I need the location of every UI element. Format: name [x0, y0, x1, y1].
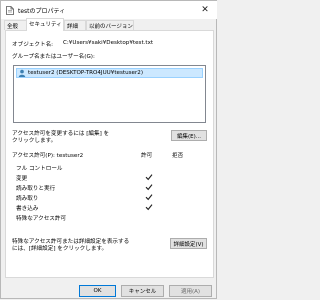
permission-row-special: 特殊なアクセス許可: [16, 214, 206, 222]
permission-name: 特殊なアクセス許可: [16, 216, 67, 222]
permission-row-read-execute: 読み取りと実行: [16, 184, 206, 192]
check-icon: [145, 194, 153, 201]
permission-name: 読み取りと実行: [16, 186, 56, 192]
permission-row-read: 読み取り: [16, 194, 206, 202]
permission-name: 書き込み: [16, 206, 39, 212]
check-icon: [145, 204, 153, 211]
advanced-button[interactable]: 詳細設定(V): [170, 238, 207, 249]
object-name-value: C:¥Users¥saki¥Desktop¥test.txt: [63, 40, 154, 46]
permission-name: 変更: [16, 176, 28, 182]
security-panel: オブジェクト名: C:¥Users¥saki¥Desktop¥test.txt …: [5, 30, 214, 278]
properties-window: testのプロパティ ✕ 全般 セキュリティ 詳細 以前のバージョン オブジェク…: [0, 0, 217, 299]
tab-previous-versions[interactable]: 以前のバージョン: [86, 20, 134, 30]
list-item[interactable]: testuser2 (DESKTOP-TRO4JUU¥testuser2): [16, 68, 203, 78]
user-name: testuser2 (DESKTOP-TRO4JUU¥testuser2): [28, 70, 144, 76]
permission-row-write: 書き込み: [16, 204, 206, 212]
user-listbox[interactable]: testuser2 (DESKTOP-TRO4JUU¥testuser2): [13, 65, 206, 123]
object-name-label: オブジェクト名:: [12, 42, 54, 48]
permissions-header: アクセス許可(P): testuser2: [12, 153, 84, 159]
window-title: testのプロパティ: [18, 8, 66, 15]
permission-row-full-control: フル コントロール: [16, 164, 206, 172]
edit-button[interactable]: 編集(E)...: [171, 130, 207, 141]
deny-column-header: 拒否: [172, 153, 184, 159]
ok-button[interactable]: OK: [79, 285, 116, 297]
cancel-button[interactable]: キャンセル: [121, 285, 164, 297]
check-icon: [145, 184, 153, 191]
allow-column-header: 許可: [141, 153, 153, 159]
permission-row-modify: 変更: [16, 174, 206, 182]
check-icon: [145, 174, 153, 181]
apply-button[interactable]: 適用(A): [169, 285, 212, 297]
tab-label: セキュリティ: [29, 22, 62, 28]
change-permissions-text-line2: クリックします。: [12, 138, 57, 144]
tab-general[interactable]: 全般: [4, 20, 27, 30]
permission-name: フル コントロール: [16, 166, 63, 172]
group-user-label: グループ名またはユーザー名(G):: [12, 54, 95, 60]
title-bar[interactable]: testのプロパティ ✕: [1, 1, 217, 19]
advanced-text-line2: には、[詳細設定] をクリックします。: [12, 246, 108, 252]
close-button[interactable]: ✕: [193, 1, 217, 19]
user-icon: [18, 69, 26, 77]
close-icon: ✕: [201, 5, 209, 15]
permission-name: 読み取り: [16, 196, 39, 202]
tab-details[interactable]: 詳細: [64, 20, 86, 30]
document-icon: [6, 6, 14, 15]
tab-security[interactable]: セキュリティ: [26, 18, 64, 31]
